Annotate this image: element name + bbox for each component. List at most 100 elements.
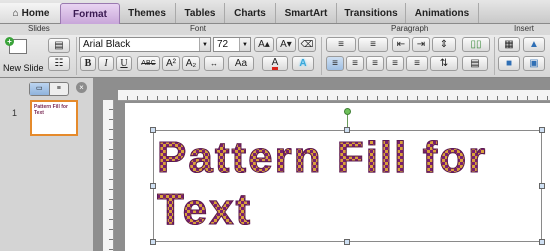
resize-handle-bottom-right[interactable]: [539, 239, 545, 245]
numbering-button[interactable]: ≡: [358, 37, 388, 52]
tab-charts[interactable]: Charts: [225, 3, 276, 23]
tab-themes[interactable]: Themes: [119, 3, 176, 23]
strikethrough-button[interactable]: ABC: [137, 56, 160, 71]
font-color-label: A: [271, 56, 279, 70]
align-center-button[interactable]: ≡: [346, 56, 364, 71]
resize-handle-top-right[interactable]: [539, 127, 545, 133]
bullets-button[interactable]: ≡: [326, 37, 356, 52]
tab-home-label: Home: [21, 7, 50, 19]
clear-formatting-icon: ⌫: [300, 39, 314, 49]
align-right-button[interactable]: ≡: [366, 56, 384, 71]
character-spacing-button[interactable]: ↔: [204, 56, 224, 71]
layout-button[interactable]: ▤: [48, 38, 70, 53]
character-spacing-icon: ↔: [210, 59, 218, 68]
align-center-icon: ≡: [352, 58, 358, 69]
decrease-indent-button[interactable]: ⇤: [392, 37, 410, 52]
justify-button[interactable]: ≡: [386, 56, 404, 71]
ribbon-format: + New Slide ▤ ☷ Arial Black ▼ 72 ▼ A▴ A▾…: [0, 35, 550, 78]
text-box-button[interactable]: ▦: [498, 37, 520, 52]
slide-thumbnail[interactable]: Pattern Fill for Text: [30, 100, 78, 136]
bold-label: B: [84, 58, 92, 69]
superscript-button[interactable]: A²: [162, 56, 180, 71]
font-size-value: 72: [217, 39, 229, 50]
underline-button[interactable]: U: [116, 56, 132, 71]
slides-view-icon: ▭: [35, 85, 43, 92]
font-name-field[interactable]: Arial Black ▼: [79, 37, 211, 52]
shrink-font-button[interactable]: A▾: [276, 37, 296, 52]
text-direction-icon: ⇅: [439, 58, 449, 69]
tab-home[interactable]: ⌂ Home: [0, 3, 63, 23]
italic-button[interactable]: I: [98, 56, 114, 71]
text-effects-label: A: [299, 58, 307, 69]
grow-font-button[interactable]: A▴: [254, 37, 274, 52]
arrange-button[interactable]: ▣: [523, 56, 545, 71]
picture-icon: ▲: [529, 39, 539, 50]
chevron-down-icon[interactable]: ▼: [199, 38, 210, 51]
tab-animations-label: Animations: [414, 7, 470, 19]
section-button[interactable]: ☷: [48, 56, 70, 71]
increase-indent-button[interactable]: ⇥: [412, 37, 430, 52]
slides-view-button[interactable]: ▭: [30, 83, 50, 95]
change-case-button[interactable]: Aa: [228, 56, 254, 71]
view-toggle: ▭ ≡: [29, 82, 69, 96]
resize-handle-bottom-left[interactable]: [150, 239, 156, 245]
tab-format-label: Format: [73, 8, 107, 20]
chevron-down-icon[interactable]: ▼: [239, 38, 250, 51]
tab-overflow[interactable]: [479, 3, 550, 23]
home-icon: ⌂: [12, 7, 19, 19]
slide-title-line-1: Pattern Fill for: [156, 133, 488, 183]
shape-button[interactable]: ■: [498, 56, 520, 71]
align-right-icon: ≡: [372, 58, 378, 69]
section-icon: ☷: [54, 58, 64, 69]
divider: [494, 37, 495, 75]
outline-view-button[interactable]: ≡: [50, 83, 69, 95]
tab-animations[interactable]: Animations: [406, 3, 479, 23]
columns-icon: ▯▯: [470, 39, 482, 50]
vertical-ruler: [103, 100, 114, 251]
text-effects-button[interactable]: A: [292, 56, 314, 71]
numbered-list-icon: ≡: [370, 39, 376, 50]
picture-button[interactable]: ▲: [523, 37, 545, 52]
align-left-icon: ≡: [332, 58, 338, 69]
distributed-icon: ≡: [414, 58, 420, 69]
new-slide-button[interactable]: New Slide: [3, 63, 44, 73]
group-label-font: Font: [190, 24, 207, 33]
tab-format[interactable]: Format: [60, 3, 120, 24]
tab-transitions[interactable]: Transitions: [337, 3, 406, 23]
align-text-button[interactable]: ▤: [462, 56, 488, 71]
subscript-button[interactable]: A₂: [182, 56, 200, 71]
tab-tables[interactable]: Tables: [176, 3, 225, 23]
clear-formatting-button[interactable]: ⌫: [298, 37, 316, 52]
group-label-slides: Slides: [28, 24, 50, 33]
new-slide-icon[interactable]: +: [5, 37, 27, 55]
distributed-button[interactable]: ≡: [406, 56, 428, 71]
bold-button[interactable]: B: [80, 56, 96, 71]
columns-button[interactable]: ▯▯: [462, 37, 490, 52]
font-size-field[interactable]: 72 ▼: [213, 37, 251, 52]
text-direction-button[interactable]: ⇅: [430, 56, 458, 71]
slide-title-line-2: Text: [156, 185, 253, 235]
divider: [321, 37, 322, 75]
ribbon-tab-bar: ⌂ Home Format Themes Tables Charts Smart…: [0, 0, 550, 24]
grow-font-label: A▴: [258, 39, 270, 50]
resize-handle-right[interactable]: [539, 183, 545, 189]
resize-handle-left[interactable]: [150, 183, 156, 189]
resize-handle-top-left[interactable]: [150, 127, 156, 133]
align-text-icon: ▤: [470, 58, 480, 69]
italic-label: I: [104, 58, 108, 69]
slide-title-text[interactable]: Pattern Fill for Text: [156, 132, 488, 236]
ribbon-group-headers: Slides Font Paragraph Insert: [0, 24, 550, 35]
tab-themes-label: Themes: [128, 7, 166, 19]
font-color-button[interactable]: A: [262, 56, 288, 71]
line-spacing-button[interactable]: ⇕: [432, 37, 456, 52]
tab-smartart-label: SmartArt: [284, 7, 328, 19]
slide-number: 1: [12, 108, 18, 118]
align-left-button[interactable]: ≡: [326, 56, 344, 71]
rotate-handle[interactable]: [344, 108, 351, 115]
close-icon[interactable]: ×: [76, 82, 87, 93]
change-case-label: Aa: [234, 58, 248, 69]
resize-handle-bottom[interactable]: [344, 239, 350, 245]
tab-tables-label: Tables: [184, 7, 216, 19]
divider: [76, 37, 77, 75]
tab-smartart[interactable]: SmartArt: [276, 3, 337, 23]
